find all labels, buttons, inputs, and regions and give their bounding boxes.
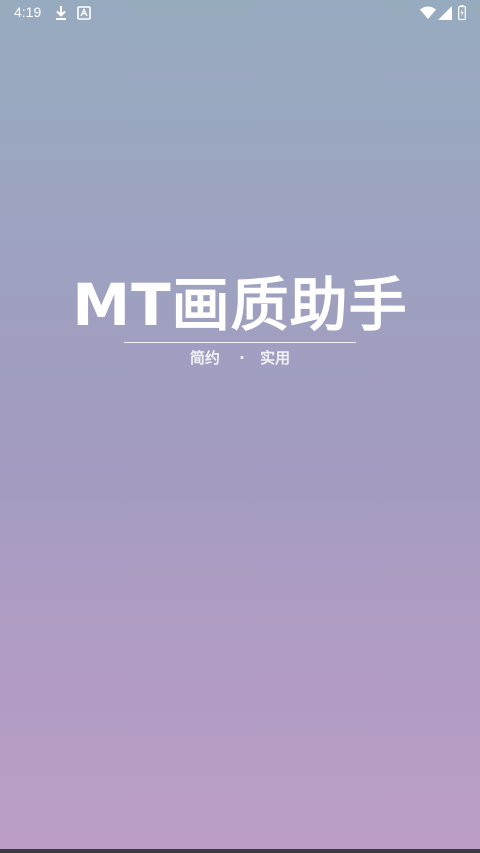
tagline-right: 实用 <box>260 349 291 367</box>
battery-icon <box>458 5 466 24</box>
splash-content: MT画质助手 简约 · 实用 <box>0 270 480 380</box>
status-bar: 4:19 <box>0 0 480 26</box>
signal-icon <box>438 5 452 24</box>
tagline-left: 简约 <box>189 349 220 367</box>
app-title: MT画质助手 <box>72 271 408 339</box>
tagline: 简约 · 实用 <box>0 348 480 368</box>
tagline-dot: · <box>239 349 245 367</box>
title-divider <box>124 342 356 343</box>
wifi-icon <box>420 5 436 24</box>
navigation-bar <box>0 849 480 853</box>
status-time: 4:19 <box>14 4 42 20</box>
keyboard-icon <box>77 5 91 24</box>
download-icon <box>54 5 68 25</box>
